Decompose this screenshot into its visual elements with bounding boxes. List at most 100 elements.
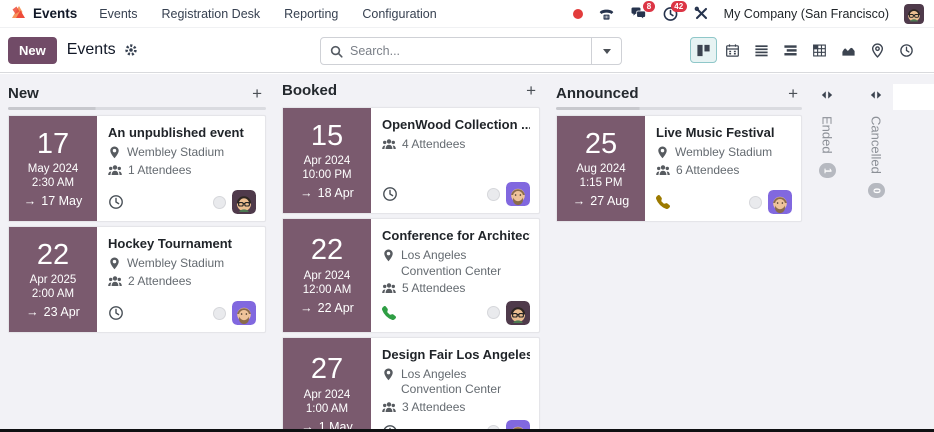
event-month-year: Apr 2025 bbox=[30, 274, 77, 286]
event-attendees: 5 Attendees bbox=[402, 281, 465, 297]
assignee-avatar[interactable] bbox=[506, 182, 530, 206]
softphone-icon[interactable] bbox=[598, 6, 615, 22]
kanban-state-icon[interactable] bbox=[749, 196, 762, 209]
column-progress-bar[interactable] bbox=[8, 107, 266, 110]
menu-reporting[interactable]: Reporting bbox=[284, 7, 338, 21]
collapsed-column-count: 0 bbox=[868, 183, 885, 199]
event-time: 10:00 PM bbox=[302, 169, 351, 181]
search-icon bbox=[321, 45, 350, 58]
company-switcher[interactable]: My Company (San Francisco) bbox=[724, 7, 889, 21]
event-card[interactable]: 27Apr 20241:00 AM→1 MayDesign Fair Los A… bbox=[282, 337, 540, 429]
event-location: Wembley Stadium bbox=[127, 145, 224, 161]
event-card[interactable]: 15Apr 202410:00 PM→18 AprOpenWood Collec… bbox=[282, 107, 540, 214]
kanban-column-booked: Booked+15Apr 202410:00 PM→18 AprOpenWood… bbox=[282, 82, 540, 429]
apps-menu[interactable]: Events bbox=[10, 4, 77, 23]
kanban-column-new: New+17May 20242:30 AM→17 MayAn unpublish… bbox=[8, 82, 266, 429]
footer-right bbox=[213, 301, 256, 325]
menu-events[interactable]: Events bbox=[99, 7, 137, 21]
assignee-avatar[interactable] bbox=[232, 301, 256, 325]
dropdown-caret-icon bbox=[603, 49, 611, 54]
event-end-date: →22 Apr bbox=[300, 301, 354, 315]
view-list-button[interactable] bbox=[748, 37, 775, 63]
event-location-row: Wembley Stadium bbox=[108, 145, 256, 161]
event-time: 12:00 AM bbox=[303, 284, 352, 296]
blank-overlay bbox=[893, 84, 934, 110]
add-card-button[interactable]: + bbox=[248, 85, 266, 102]
event-month-year: Apr 2024 bbox=[304, 155, 351, 167]
event-title: OpenWood Collection ... bbox=[382, 117, 530, 132]
event-location-row: Wembley Stadium bbox=[108, 256, 256, 272]
activity-clock-icon[interactable] bbox=[382, 186, 398, 202]
assignee-avatar[interactable] bbox=[506, 301, 530, 325]
event-date-block: 22Apr 202412:00 AM→22 Apr bbox=[283, 219, 371, 332]
activity-clock-icon[interactable] bbox=[108, 194, 124, 210]
view-kanban-button[interactable] bbox=[690, 37, 717, 63]
activities-badge: 42 bbox=[671, 1, 687, 13]
kanban-state-icon[interactable] bbox=[487, 188, 500, 201]
event-end-label: 17 May bbox=[41, 194, 82, 208]
activity-clock-icon[interactable] bbox=[108, 305, 124, 321]
phone-yellow-icon[interactable] bbox=[656, 195, 670, 209]
messages-icon[interactable]: 8 bbox=[630, 6, 647, 22]
menu-configuration[interactable]: Configuration bbox=[362, 7, 436, 21]
expand-column-icon[interactable] bbox=[870, 86, 882, 104]
event-day: 25 bbox=[585, 129, 617, 161]
event-card[interactable]: 25Aug 20241:15 PM→27 AugLive Music Festi… bbox=[556, 115, 802, 222]
search-input[interactable] bbox=[350, 44, 591, 58]
new-button[interactable]: New bbox=[8, 37, 57, 64]
view-activity-button[interactable] bbox=[893, 37, 920, 63]
footer-right bbox=[487, 420, 530, 429]
column-title: Announced bbox=[556, 85, 639, 102]
event-card-footer bbox=[108, 186, 256, 214]
event-card-body: Design Fair Los AngelesLos Angeles Conve… bbox=[371, 338, 539, 429]
user-avatar[interactable] bbox=[904, 4, 924, 24]
kanban-state-icon[interactable] bbox=[213, 307, 226, 320]
kanban-state-icon[interactable] bbox=[213, 196, 226, 209]
arrow-right-icon: → bbox=[24, 194, 37, 208]
add-card-button[interactable]: + bbox=[784, 85, 802, 102]
view-calendar-button[interactable] bbox=[719, 37, 746, 63]
assignee-avatar[interactable] bbox=[506, 420, 530, 429]
attendees-icon bbox=[108, 274, 122, 290]
settings-gear-icon[interactable] bbox=[124, 43, 138, 57]
column-title: Booked bbox=[282, 82, 337, 99]
view-graph-button[interactable] bbox=[835, 37, 862, 63]
location-pin-icon bbox=[382, 248, 395, 279]
collapsed-column-count: 1 bbox=[819, 163, 836, 179]
location-pin-icon bbox=[382, 367, 395, 398]
view-list-grouped-button[interactable] bbox=[777, 37, 804, 63]
event-month-year: Aug 2024 bbox=[576, 163, 625, 175]
assignee-avatar[interactable] bbox=[232, 190, 256, 214]
collapsed-column-title[interactable]: Ended bbox=[820, 116, 835, 154]
expand-column-icon[interactable] bbox=[821, 86, 833, 104]
event-title: Live Music Festival bbox=[656, 125, 792, 140]
event-location: Los Angeles Convention Center bbox=[401, 248, 530, 279]
event-day: 15 bbox=[311, 121, 343, 153]
event-card[interactable]: 22Apr 20252:00 AM→23 AprHockey Tournamen… bbox=[8, 226, 266, 333]
search-options-toggle[interactable] bbox=[591, 38, 621, 64]
column-progress-bar[interactable] bbox=[556, 107, 802, 110]
kanban-state-icon[interactable] bbox=[487, 306, 500, 319]
event-end-date: →23 Apr bbox=[26, 305, 80, 319]
phone-green-icon[interactable] bbox=[382, 306, 396, 320]
event-month-year: May 2024 bbox=[28, 163, 79, 175]
activities-clock-icon[interactable]: 42 bbox=[662, 6, 679, 22]
menu-registration-desk[interactable]: Registration Desk bbox=[162, 7, 261, 21]
event-card-footer bbox=[382, 178, 530, 206]
assignee-avatar[interactable] bbox=[768, 190, 792, 214]
event-card-footer bbox=[382, 297, 530, 325]
event-card-body: Live Music FestivalWembley Stadium6 Atte… bbox=[645, 116, 801, 221]
add-card-button[interactable]: + bbox=[522, 82, 540, 99]
event-card[interactable]: 17May 20242:30 AM→17 MayAn unpublished e… bbox=[8, 115, 266, 222]
footer-right bbox=[213, 190, 256, 214]
collapsed-column-title[interactable]: Cancelled bbox=[869, 116, 884, 174]
event-day: 22 bbox=[311, 235, 343, 267]
event-date-block: 22Apr 20252:00 AM→23 Apr bbox=[9, 227, 97, 332]
arrow-right-icon: → bbox=[301, 420, 314, 429]
view-pivot-button[interactable] bbox=[806, 37, 833, 63]
event-card[interactable]: 22Apr 202412:00 AM→22 AprConference for … bbox=[282, 218, 540, 333]
tools-icon[interactable] bbox=[694, 6, 709, 21]
event-location-row: Los Angeles Convention Center bbox=[382, 367, 530, 398]
view-map-button[interactable] bbox=[864, 37, 891, 63]
collapsed-column-cancelled: Cancelled 0 bbox=[865, 82, 887, 429]
